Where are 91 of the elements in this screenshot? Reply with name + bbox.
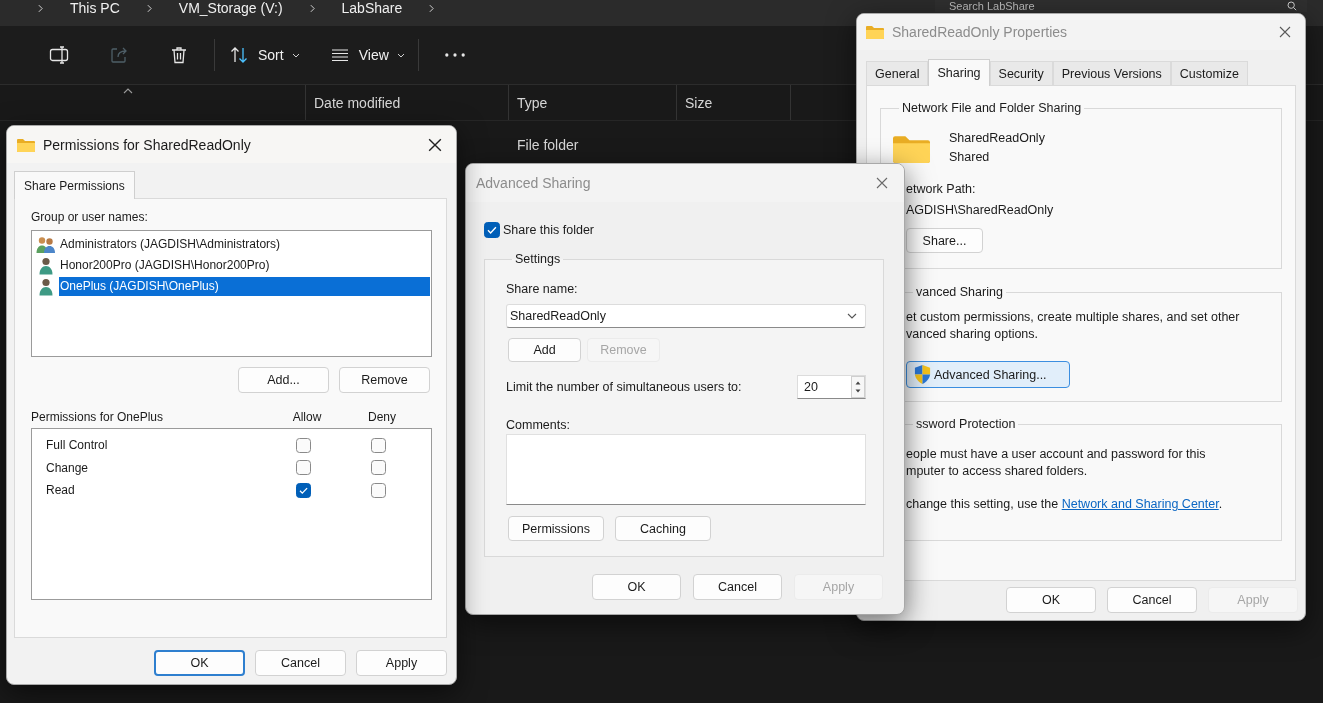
- field-label: etwork Path:: [906, 181, 977, 198]
- tab[interactable]: Previous Versions: [1052, 61, 1171, 85]
- column-header: Deny: [367, 410, 397, 424]
- user-limit-spinner[interactable]: 20: [797, 375, 866, 399]
- description-text: eople must have a user account and password for this mputer to access shared folders.: [906, 446, 1207, 480]
- tab[interactable]: Customize: [1170, 61, 1248, 85]
- close-icon: [876, 177, 888, 189]
- description-text: et custom permissions, create multiple shares, and set other vanced sharing options.: [906, 309, 1241, 343]
- group-title: Settings: [514, 252, 562, 266]
- settings-button[interactable]: Permissions: [508, 516, 604, 541]
- allow-checkbox[interactable]: [295, 460, 311, 476]
- search-icon: [1287, 1, 1297, 11]
- user-list-item[interactable]: Administrators (JAGDISH\Administrators): [59, 235, 430, 254]
- share-name-combo[interactable]: SharedReadOnly: [506, 304, 866, 328]
- field-label: Group or user names:: [31, 210, 149, 224]
- breadcrumb-item[interactable]: This PC: [70, 0, 120, 16]
- network-sharing-center-link[interactable]: Network and Sharing Center: [1061, 497, 1219, 511]
- shield-icon: [913, 364, 932, 385]
- column-header[interactable]: Size: [685, 94, 713, 111]
- field-label: Limit the number of simultaneous users to:: [506, 380, 743, 394]
- window-title: SharedReadOnly Properties: [892, 24, 1069, 40]
- allow-checkbox[interactable]: [295, 437, 311, 453]
- tab[interactable]: Security: [989, 61, 1053, 85]
- dialog-button[interactable]: Cancel: [1107, 587, 1197, 613]
- share-button[interactable]: Share...: [906, 228, 983, 253]
- chevron-icon: [309, 3, 315, 13]
- group-title: Network File and Folder Sharing: [901, 101, 1083, 115]
- checkbox-label: Share this folder: [503, 223, 595, 237]
- column-header[interactable]: Date modified: [314, 94, 401, 111]
- table-cell: File folder: [517, 137, 579, 153]
- chevron-icon: [429, 3, 435, 13]
- close-icon: [428, 137, 442, 152]
- field-label: Permissions for OnePlus: [31, 410, 165, 424]
- chevron-icon: [38, 3, 43, 13]
- column-header[interactable]: Type: [517, 94, 548, 111]
- close-icon: [1279, 26, 1291, 38]
- permission-name: Read: [46, 483, 76, 498]
- user-button[interactable]: Remove: [339, 367, 430, 393]
- view-button[interactable]: View: [325, 41, 409, 69]
- folder-icon: [866, 25, 884, 39]
- sort-arrows-icon: [229, 45, 249, 65]
- field-label: Share name:: [506, 281, 579, 297]
- window-title: Advanced Sharing: [476, 175, 592, 191]
- advanced-sharing-button[interactable]: Advanced Sharing...: [906, 361, 1070, 388]
- user-button[interactable]: Add...: [238, 367, 329, 393]
- breadcrumb-item[interactable]: VM_Storage (V:): [178, 0, 283, 16]
- trash-icon: [169, 45, 189, 65]
- share-status: Shared: [949, 149, 991, 166]
- permission-name: Change: [46, 460, 90, 475]
- dialog-button[interactable]: OK: [592, 574, 681, 600]
- chevron-up-icon: [123, 88, 133, 94]
- user-list-item[interactable]: OnePlus (JAGDISH\OnePlus): [59, 277, 430, 296]
- tab[interactable]: Sharing: [928, 59, 990, 86]
- field-label: Comments:: [506, 417, 571, 433]
- group-title: ssword Protection: [915, 417, 1017, 431]
- permission-name: Full Control: [46, 438, 109, 453]
- window-title: Permissions for SharedReadOnly: [43, 136, 252, 153]
- tab[interactable]: General: [866, 61, 929, 85]
- share-name-button[interactable]: Add: [508, 338, 581, 362]
- dialog-button[interactable]: Cancel: [255, 650, 346, 676]
- share-icon: [109, 45, 129, 65]
- dialog-button[interactable]: OK: [154, 650, 245, 676]
- checkbox[interactable]: [484, 222, 500, 238]
- deny-checkbox[interactable]: [370, 437, 386, 453]
- allow-checkbox[interactable]: [295, 482, 311, 498]
- chevron-icon: [146, 3, 152, 13]
- folder-icon: [17, 137, 35, 152]
- deny-checkbox[interactable]: [370, 482, 386, 498]
- caret-icon: [396, 52, 405, 58]
- column-header: Allow: [291, 410, 323, 424]
- user-group-icon: [36, 235, 56, 254]
- caret-icon: [291, 52, 300, 58]
- dialog-button[interactable]: Cancel: [693, 574, 782, 600]
- comments-field[interactable]: [506, 434, 866, 505]
- breadcrumb-item[interactable]: LabShare: [341, 0, 403, 16]
- note-text: change this setting, use the Network and Sharing Center.: [906, 496, 1224, 513]
- dialog-button[interactable]: OK: [1006, 587, 1096, 613]
- deny-checkbox[interactable]: [370, 460, 386, 476]
- settings-button[interactable]: Caching: [615, 516, 711, 541]
- folder-name: SharedReadOnly: [949, 130, 1045, 147]
- network-path: AGDISH\SharedReadOnly: [906, 202, 1055, 219]
- caret-icon: [847, 313, 857, 319]
- sort-button[interactable]: Sort: [225, 41, 304, 69]
- user-list-item[interactable]: Honor200Pro (JAGDISH\Honor200Pro): [59, 256, 430, 275]
- group-title: vanced Sharing: [915, 285, 1004, 299]
- search-field[interactable]: Search LabShare: [935, 0, 1307, 12]
- more-icon: [444, 53, 465, 57]
- text-cursor-icon: [49, 45, 69, 65]
- dialog-button[interactable]: Apply: [356, 650, 447, 676]
- spin-arrows-icon: [851, 376, 865, 398]
- tab[interactable]: Share Permissions: [14, 171, 135, 199]
